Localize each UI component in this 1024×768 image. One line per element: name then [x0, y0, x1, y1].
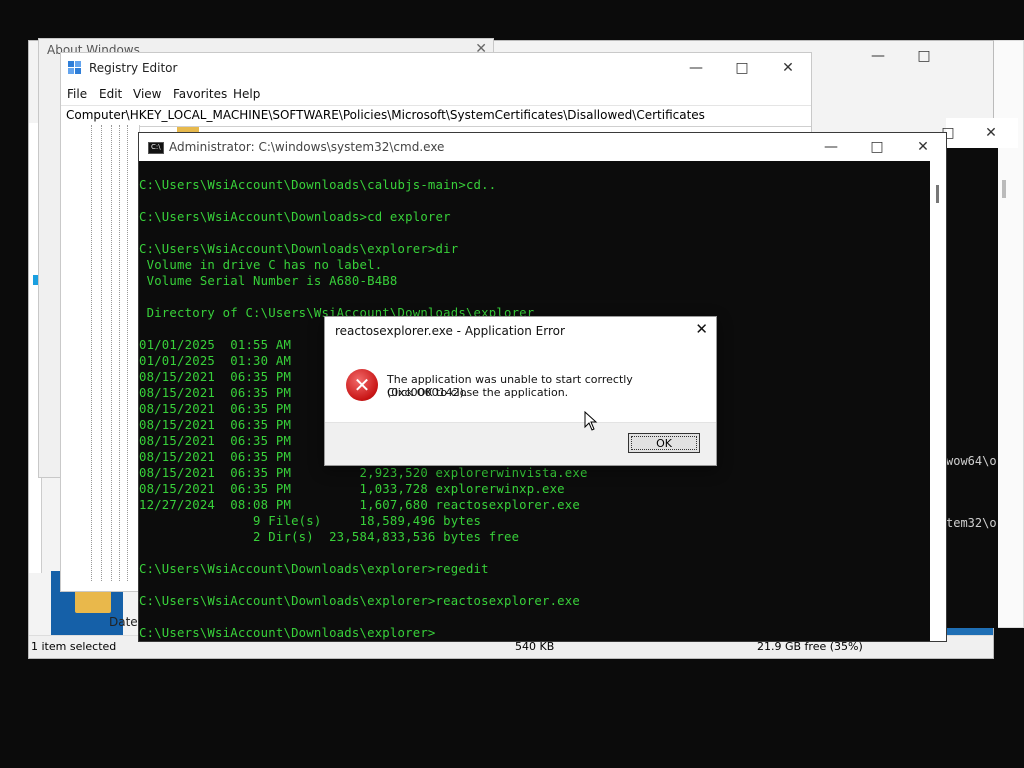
- console-line: C:\Users\WsiAccount\Downloads\explorer>r…: [139, 594, 580, 608]
- console-line: 08/15/2021 06:35 PM 1,033,728 explorerwi…: [139, 482, 565, 496]
- regedit-titlebar: Registry Editor — □ ✕: [61, 53, 811, 85]
- dialog-footer: OK: [325, 422, 716, 465]
- scrollbar-thumb[interactable]: [936, 185, 939, 203]
- console-line: 08/15/2021 06:35 PM: [139, 402, 292, 416]
- maximize-icon[interactable]: □: [719, 53, 765, 83]
- close-icon[interactable]: ✕: [765, 53, 811, 83]
- menu-help[interactable]: Help: [233, 87, 260, 101]
- close-icon[interactable]: ✕: [968, 118, 1014, 148]
- console-line: Volume Serial Number is A680-B4B8: [139, 274, 398, 288]
- menu-file[interactable]: File: [67, 87, 87, 101]
- status-selected: 1 item selected: [31, 640, 117, 653]
- maximize-icon[interactable]: □: [854, 133, 900, 161]
- console-line: C:\Users\WsiAccount\Downloads\explorer>: [139, 626, 436, 640]
- window-title: Registry Editor: [89, 61, 178, 75]
- console-line: 08/15/2021 06:35 PM 2,923,520 explorerwi…: [139, 466, 588, 480]
- address-bar[interactable]: Computer\HKEY_LOCAL_MACHINE\SOFTWARE\Pol…: [61, 105, 811, 127]
- minimize-icon[interactable]: —: [855, 41, 901, 71]
- menu-bar: File Edit View Favorites Help: [61, 85, 811, 105]
- menu-edit[interactable]: Edit: [99, 87, 122, 101]
- background-console-titlebar: □ ✕: [941, 118, 1018, 148]
- window-title: Administrator: C:\windows\system32\cmd.e…: [169, 140, 445, 154]
- background-console-window: wow64\o tem32\o: [946, 148, 1006, 628]
- console-line: 2 Dir(s) 23,584,833,536 bytes free: [139, 530, 520, 544]
- console-line: 01/01/2025 01:55 AM: [139, 338, 292, 352]
- console-line: 08/15/2021 06:35 PM: [139, 434, 292, 448]
- command-prompt-icon: C:\: [148, 142, 164, 154]
- menu-favorites[interactable]: Favorites: [173, 87, 227, 101]
- console-line: 01/01/2025 01:30 AM: [139, 354, 292, 368]
- console-line: tem32\o: [946, 516, 997, 530]
- minimize-icon[interactable]: —: [673, 53, 719, 83]
- scrollbar-thumb[interactable]: [1002, 180, 1006, 198]
- cmd-titlebar: C:\ Administrator: C:\windows\system32\c…: [139, 133, 946, 161]
- close-icon[interactable]: ✕: [900, 133, 946, 161]
- close-icon[interactable]: ✕: [695, 320, 708, 338]
- minimize-icon[interactable]: —: [808, 133, 854, 161]
- console-line: Volume in drive C has no label.: [139, 258, 383, 272]
- console-line: C:\Users\WsiAccount\Downloads\explorer>d…: [139, 242, 459, 256]
- application-error-dialog: reactosexplorer.exe - Application Error …: [324, 316, 717, 466]
- console-line: wow64\o: [946, 454, 997, 468]
- console-line: 08/15/2021 06:35 PM: [139, 450, 292, 464]
- dialog-title: reactosexplorer.exe - Application Error: [335, 324, 565, 338]
- console-line: C:\Users\WsiAccount\Downloads\calubjs-ma…: [139, 178, 497, 192]
- console-line: 12/27/2024 08:08 PM 1,607,680 reactosexp…: [139, 498, 580, 512]
- console-line: 9 File(s) 18,589,496 bytes: [139, 514, 482, 528]
- menu-view[interactable]: View: [133, 87, 161, 101]
- column-header-date[interactable]: Date: [109, 615, 138, 629]
- console-scrollbar[interactable]: [930, 161, 946, 641]
- address-path[interactable]: Computer\HKEY_LOCAL_MACHINE\SOFTWARE\Pol…: [66, 108, 705, 122]
- error-icon: ✕: [346, 369, 378, 401]
- maximize-icon[interactable]: □: [901, 41, 947, 71]
- console-line: C:\Users\WsiAccount\Downloads>cd explore…: [139, 210, 451, 224]
- console-line: 08/15/2021 06:35 PM: [139, 418, 292, 432]
- error-instruction: Click OK to close the application.: [387, 386, 569, 399]
- ok-button[interactable]: OK: [628, 433, 700, 453]
- console-line: C:\Users\WsiAccount\Downloads\explorer>r…: [139, 562, 489, 576]
- registry-tree-pane[interactable]: [61, 125, 140, 581]
- registry-editor-icon: [68, 61, 82, 75]
- mouse-pointer-icon: [584, 411, 598, 431]
- console-line: 08/15/2021 06:35 PM: [139, 386, 292, 400]
- console-line: 08/15/2021 06:35 PM: [139, 370, 292, 384]
